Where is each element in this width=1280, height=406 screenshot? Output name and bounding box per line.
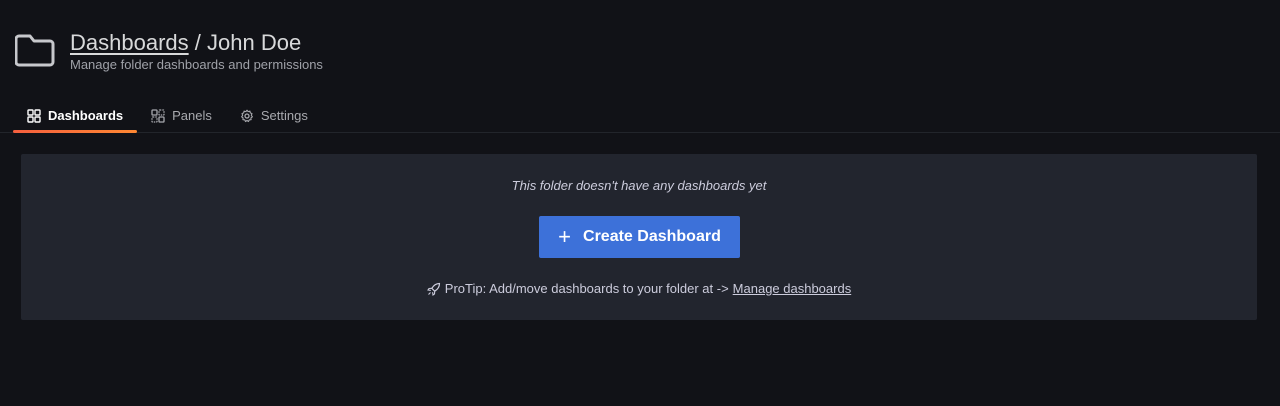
manage-dashboards-link[interactable]: Manage dashboards <box>733 281 852 296</box>
rocket-icon <box>426 282 440 296</box>
tab-dashboards[interactable]: Dashboards <box>13 98 138 133</box>
create-dashboard-label: Create Dashboard <box>583 228 721 245</box>
folder-icon <box>15 34 55 67</box>
empty-state-panel: This folder doesn't have any dashboards … <box>21 154 1257 320</box>
tab-settings-label: Settings <box>260 108 308 123</box>
page-header: Dashboards / John Doe Manage folder dash… <box>0 0 1280 133</box>
plus-icon: + <box>558 224 572 249</box>
library-panel-icon <box>151 108 165 123</box>
breadcrumb-separator: / <box>194 30 201 55</box>
protip-text: ProTip: Add/move dashboards to your fold… <box>444 281 729 296</box>
create-dashboard-button[interactable]: + Create Dashboard <box>539 216 740 258</box>
breadcrumb-dashboards-link[interactable]: Dashboards <box>70 30 189 55</box>
tab-bar: Dashboards Panels Settings <box>13 98 322 133</box>
tab-panels-label: Panels <box>172 108 212 123</box>
page-subtitle: Manage folder dashboards and permissions <box>70 57 323 72</box>
tab-settings[interactable]: Settings <box>226 98 322 133</box>
empty-state-message: This folder doesn't have any dashboards … <box>511 178 767 193</box>
tab-panels[interactable]: Panels <box>137 98 226 133</box>
protip: ProTip: Add/move dashboards to your fold… <box>21 281 1257 296</box>
cog-icon <box>240 109 253 122</box>
folder-name: John Doe <box>207 30 302 55</box>
apps-icon <box>27 108 41 123</box>
page-title: Dashboards / John Doe <box>70 30 301 56</box>
tab-dashboards-label: Dashboards <box>48 108 124 123</box>
